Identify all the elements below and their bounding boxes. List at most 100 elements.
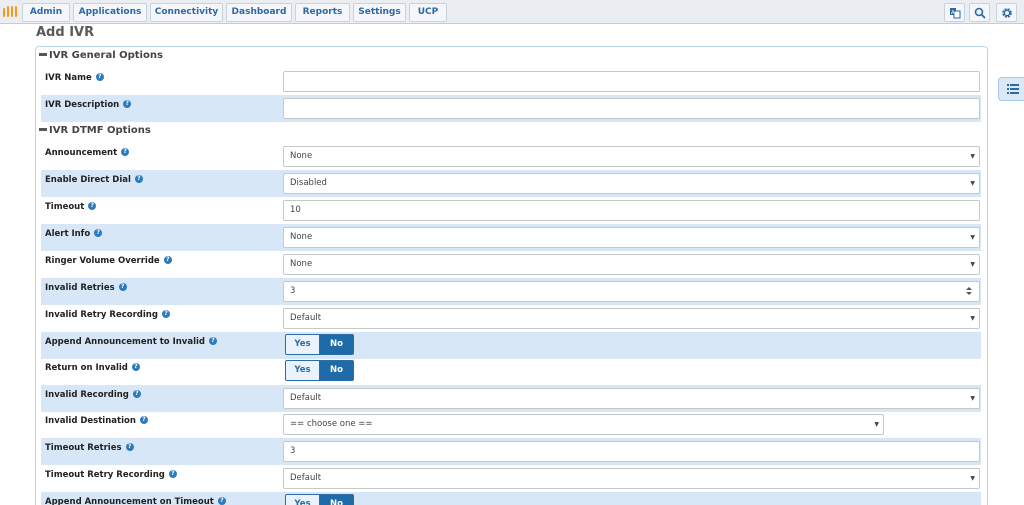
form-row: Invalid Destination? == choose one == ▼ xyxy=(41,411,981,438)
select-field[interactable]: None ▼ xyxy=(283,254,980,275)
help-icon[interactable]: ? xyxy=(95,72,104,81)
select-field[interactable]: Default ▼ xyxy=(283,468,980,489)
chevron-down-icon: ▼ xyxy=(970,395,975,402)
help-icon[interactable]: ? xyxy=(217,496,226,505)
nav-settings[interactable]: Settings xyxy=(353,3,406,22)
help-icon[interactable]: ? xyxy=(132,389,141,398)
svg-text:A: A xyxy=(951,10,955,16)
field-label: Alert Info? xyxy=(45,228,103,239)
select-field[interactable]: None ▼ xyxy=(283,146,980,167)
form-row: Invalid Retries? 3 xyxy=(41,278,981,305)
form-row: Timeout Retry Recording? Default ▼ xyxy=(41,465,981,492)
help-icon[interactable]: ? xyxy=(94,228,103,237)
field-label-text: Timeout Retry Recording xyxy=(45,470,165,480)
form-row: Alert Info? None ▼ xyxy=(41,224,981,251)
collapse-icon xyxy=(39,127,47,131)
select-field[interactable]: Disabled ▼ xyxy=(283,173,980,194)
field-label-text: Ringer Volume Override xyxy=(45,256,160,266)
help-icon[interactable]: ? xyxy=(125,442,134,451)
help-icon[interactable]: ? xyxy=(131,362,140,371)
freepbx-logo-icon[interactable] xyxy=(2,4,20,20)
settings-button[interactable] xyxy=(996,3,1017,22)
select-field[interactable]: == choose one == ▼ xyxy=(283,414,884,435)
toggle-no-button[interactable]: No xyxy=(319,360,354,381)
select-field[interactable]: Default ▼ xyxy=(283,388,980,409)
nav-dashboard[interactable]: Dashboard xyxy=(226,3,292,22)
field-value: == choose one == xyxy=(290,419,373,429)
field-value: 3 xyxy=(290,446,296,456)
chevron-down-icon: ▼ xyxy=(874,421,879,428)
top-nav-bar: Admin Applications Connectivity Dashboar… xyxy=(0,0,1024,24)
toggle-no-button[interactable]: No xyxy=(319,494,354,505)
text-field[interactable] xyxy=(283,98,980,119)
language-button[interactable]: A xyxy=(944,3,965,22)
field-label: Ringer Volume Override? xyxy=(45,255,172,266)
field-label-text: Timeout xyxy=(45,202,85,212)
section-general-options[interactable]: IVR General Options xyxy=(39,50,163,61)
help-icon[interactable]: ? xyxy=(161,309,170,318)
field-label-text: IVR Name xyxy=(45,73,92,83)
field-value: 10 xyxy=(290,205,301,215)
form-row: Append Announcement on Timeout? Yes No xyxy=(41,492,981,505)
text-field[interactable]: 3 xyxy=(283,441,980,462)
form-row: Timeout Retries? 3 xyxy=(41,438,981,465)
help-icon[interactable]: ? xyxy=(118,282,127,291)
page-title: Add IVR xyxy=(36,25,95,40)
nav-reports[interactable]: Reports xyxy=(295,3,350,22)
help-icon[interactable]: ? xyxy=(134,174,143,183)
form-row: Ringer Volume Override? None ▼ xyxy=(41,251,981,278)
yes-no-toggle: Yes No xyxy=(285,334,354,355)
yes-no-toggle: Yes No xyxy=(285,360,354,381)
help-icon[interactable]: ? xyxy=(168,469,177,478)
form-row: Return on Invalid? Yes No xyxy=(41,358,981,385)
nav-ucp[interactable]: UCP xyxy=(409,3,447,22)
form-row: Announcement? None ▼ xyxy=(41,143,981,170)
select-field[interactable]: Default ▼ xyxy=(283,308,980,329)
help-icon[interactable]: ? xyxy=(121,147,130,156)
form-row: Enable Direct Dial? Disabled ▼ xyxy=(41,170,981,197)
field-label-text: Enable Direct Dial xyxy=(45,175,131,185)
field-value: None xyxy=(290,232,313,242)
field-label-text: Invalid Destination xyxy=(45,416,136,426)
stepper-icon[interactable] xyxy=(966,287,974,296)
yes-no-toggle: Yes No xyxy=(285,494,354,505)
text-field[interactable]: 10 xyxy=(283,200,980,221)
field-label: IVR Name? xyxy=(45,72,104,83)
field-value: Default xyxy=(290,313,322,323)
section-title-text: IVR DTMF Options xyxy=(49,125,151,136)
toggle-no-button[interactable]: No xyxy=(319,334,354,355)
field-label-text: Alert Info xyxy=(45,229,91,239)
section-dtmf-options[interactable]: IVR DTMF Options xyxy=(39,125,151,136)
field-label: Invalid Recording? xyxy=(45,389,141,400)
form-row: Invalid Recording? Default ▼ xyxy=(41,385,981,412)
text-field[interactable] xyxy=(283,71,980,92)
field-value: None xyxy=(290,151,313,161)
field-value: 3 xyxy=(290,286,296,296)
chevron-down-icon: ▼ xyxy=(970,234,975,241)
help-icon[interactable]: ? xyxy=(123,99,132,108)
search-button[interactable] xyxy=(969,3,990,22)
chevron-down-icon: ▼ xyxy=(970,315,975,322)
field-label-text: Invalid Retries xyxy=(45,283,115,293)
toggle-yes-button[interactable]: Yes xyxy=(285,334,320,355)
field-label: Timeout? xyxy=(45,201,97,212)
nav-applications[interactable]: Applications xyxy=(73,3,147,22)
field-label-text: Return on Invalid xyxy=(45,363,128,373)
help-icon[interactable]: ? xyxy=(88,201,97,210)
form-row: IVR Description? xyxy=(41,95,981,122)
help-icon[interactable]: ? xyxy=(163,255,172,264)
toggle-yes-button[interactable]: Yes xyxy=(285,360,320,381)
nav-admin[interactable]: Admin xyxy=(22,3,70,22)
nav-connectivity[interactable]: Connectivity xyxy=(150,3,223,22)
select-field[interactable]: None ▼ xyxy=(283,227,980,248)
toggle-yes-button[interactable]: Yes xyxy=(285,494,320,505)
chevron-down-icon: ▼ xyxy=(970,475,975,482)
help-icon[interactable]: ? xyxy=(139,415,148,424)
field-label: Announcement? xyxy=(45,147,130,158)
help-icon[interactable]: ? xyxy=(209,336,217,345)
field-label: Invalid Retry Recording? xyxy=(45,309,170,320)
number-field[interactable]: 3 xyxy=(283,281,980,302)
field-label-text: IVR Description xyxy=(45,100,120,110)
side-list-toggle[interactable] xyxy=(998,77,1024,101)
form-row: Append Announcement to Invalid? Yes No xyxy=(41,332,981,359)
